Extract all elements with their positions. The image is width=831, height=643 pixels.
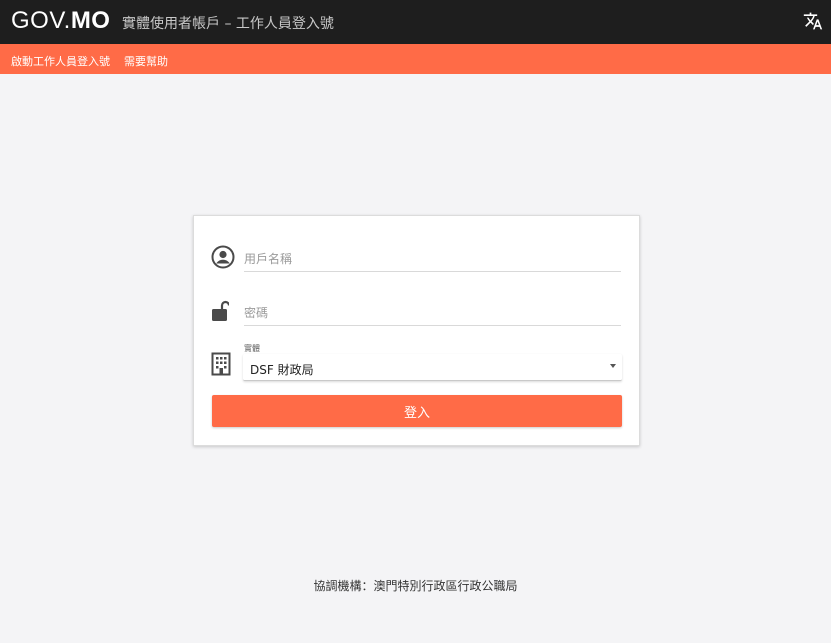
password-input[interactable] (244, 302, 621, 324)
username-input[interactable] (244, 248, 621, 270)
footer-coordinator-text: 協調機構：澳門特別行政區行政公職局 (313, 579, 518, 593)
translate-icon[interactable] (803, 11, 823, 31)
gov-mo-logo[interactable]: GOV.MO (11, 7, 110, 35)
user-circle-icon (211, 245, 235, 273)
entity-label: 實體 (244, 344, 260, 353)
login-card: 實體 DSF 財政局 登入 (193, 215, 640, 446)
sub-navigation: 啟動工作人員登入號 需要幫助 (0, 44, 831, 74)
password-field-wrapper (244, 302, 621, 326)
help-link[interactable]: 需要幫助 (124, 53, 168, 69)
page-title: 實體使用者帳戶 – 工作人員登入號 (122, 16, 334, 32)
entity-selected-value: DSF 財政局 (250, 363, 314, 377)
top-bar: GOV.MO 實體使用者帳戶 – 工作人員登入號 (0, 0, 831, 44)
dropdown-arrow-icon (610, 364, 616, 368)
unlock-icon (211, 300, 231, 326)
building-icon (211, 352, 231, 380)
activate-login-link[interactable]: 啟動工作人員登入號 (11, 53, 110, 69)
logo-gov-text: GOV. (11, 7, 71, 34)
username-field-wrapper (244, 248, 621, 272)
login-button[interactable]: 登入 (212, 395, 622, 427)
entity-select[interactable]: DSF 財政局 (243, 354, 622, 381)
logo-mo-text: MO (70, 7, 111, 34)
